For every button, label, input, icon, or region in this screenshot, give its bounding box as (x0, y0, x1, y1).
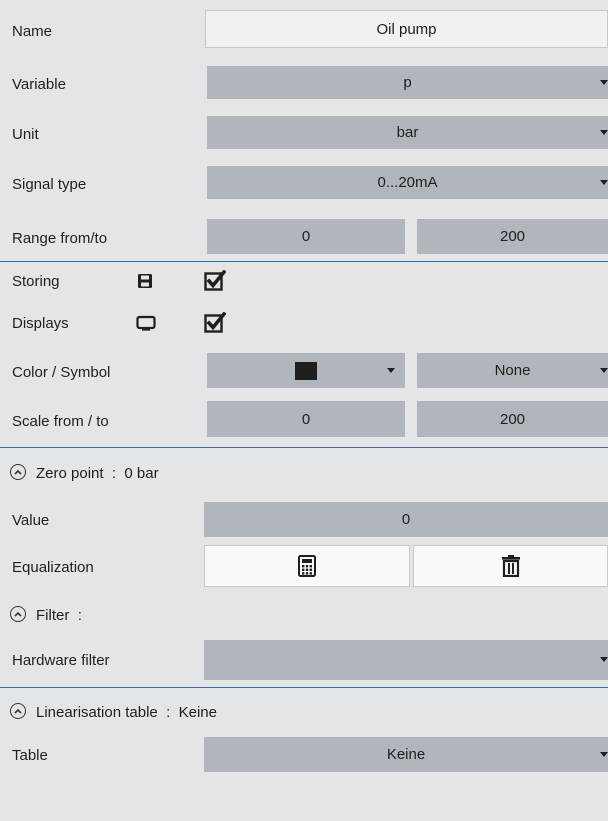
storing-label: Storing (12, 273, 60, 290)
signal-type-label: Signal type (12, 176, 87, 193)
calculator-icon (298, 555, 316, 577)
symbol-value: None (494, 362, 531, 379)
scale-from-input[interactable]: 0 (207, 401, 405, 437)
chevron-down-icon (600, 367, 608, 373)
hardware-filter-select[interactable] (204, 640, 608, 680)
color-swatch (295, 361, 317, 380)
swatch-top (295, 361, 317, 370)
range-from-input[interactable]: 0 (207, 219, 405, 254)
variable-select[interactable]: p (207, 66, 608, 99)
range-from-value: 0 (301, 228, 311, 245)
symbol-select[interactable]: None (417, 353, 608, 388)
table-label: Table (12, 747, 48, 764)
scale-from-value: 0 (301, 410, 311, 428)
chevron-up-icon[interactable] (10, 464, 26, 480)
name-label: Name (12, 23, 53, 40)
range-label: Range from/to (12, 230, 108, 247)
filter-title: Filter : (36, 607, 82, 624)
zero-point-header[interactable]: Zero point : 0 bar (0, 463, 608, 483)
name-input[interactable]: Oil pump (205, 10, 608, 48)
chevron-down-icon (600, 129, 608, 135)
chevron-down-icon (600, 657, 608, 662)
zero-value-input[interactable]: 0 (204, 502, 608, 537)
chevron-down-icon (600, 751, 608, 757)
name-value: Oil pump (376, 20, 437, 38)
scale-to-input[interactable]: 200 (417, 401, 608, 437)
chevron-down-icon (600, 79, 608, 85)
zero-value-label: Value (12, 512, 50, 529)
color-select[interactable] (207, 353, 405, 388)
trash-icon (501, 555, 520, 577)
signal-type-select[interactable]: 0...20mA (207, 166, 608, 199)
delete-button[interactable] (413, 545, 608, 587)
unit-select[interactable]: bar (207, 116, 608, 149)
variable-value: p (403, 74, 412, 91)
linearisation-header[interactable]: Linearisation table : Keine (0, 702, 608, 722)
section-divider (0, 687, 608, 688)
unit-value: bar (396, 124, 419, 141)
hardware-filter-label: Hardware filter (12, 652, 110, 669)
section-divider (0, 447, 608, 448)
scale-label: Scale from / to (12, 413, 109, 430)
chevron-down-icon (387, 367, 395, 373)
scale-to-value: 200 (499, 410, 526, 428)
signal-type-value: 0...20mA (377, 174, 438, 191)
monitor-icon (136, 315, 156, 331)
displays-checkbox[interactable] (204, 312, 226, 334)
range-to-input[interactable]: 200 (417, 219, 608, 254)
section-divider (0, 261, 608, 262)
variable-label: Variable (12, 76, 66, 93)
equalization-label: Equalization (12, 559, 94, 576)
displays-label: Displays (12, 315, 69, 332)
chevron-down-icon (600, 179, 608, 185)
chevron-up-icon[interactable] (10, 606, 26, 622)
chevron-up-icon[interactable] (10, 703, 26, 719)
table-select[interactable]: Keine (204, 737, 608, 772)
storing-checkbox[interactable] (204, 270, 226, 292)
filter-header[interactable]: Filter : (0, 605, 608, 625)
save-icon (138, 274, 152, 288)
unit-label: Unit (12, 126, 39, 143)
color-symbol-label: Color / Symbol (12, 364, 111, 381)
zero-value: 0 (401, 511, 411, 528)
linearisation-title: Linearisation table : Keine (36, 704, 217, 721)
table-value: Keine (386, 746, 426, 763)
range-to-value: 200 (499, 228, 526, 245)
calculate-button[interactable] (204, 545, 410, 587)
zero-point-title: Zero point : 0 bar (36, 465, 159, 482)
